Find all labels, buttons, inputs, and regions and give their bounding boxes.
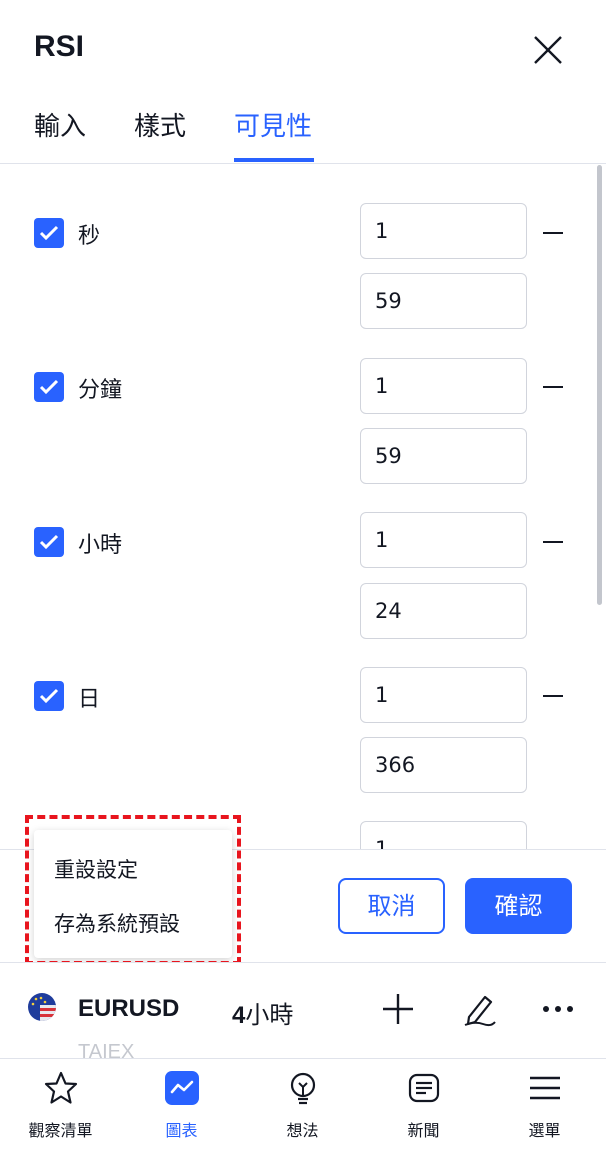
dialog-header: RSI xyxy=(0,0,606,100)
days-from-input[interactable]: 1 xyxy=(360,667,527,723)
interval-selector[interactable]: 4小時 xyxy=(232,995,293,1030)
bottom-navigation: 觀察清單 圖表 想法 新聞 選單 xyxy=(0,1058,606,1156)
nav-label: 想法 xyxy=(286,1121,319,1140)
save-as-default-item[interactable]: 存為系統預設 xyxy=(54,908,180,938)
symbol-toolbar: EURUSD 4小時 TAIEX xyxy=(0,962,606,1063)
minutes-label: 分鐘 xyxy=(78,378,123,403)
ok-button[interactable]: 確認 xyxy=(465,878,572,934)
chart-icon xyxy=(165,1071,199,1105)
nav-label: 觀察清單 xyxy=(28,1121,93,1140)
add-button[interactable] xyxy=(380,991,416,1027)
seconds-label: 秒 xyxy=(78,224,101,249)
dialog-title: RSI xyxy=(34,30,85,63)
tab-inputs[interactable]: 輸入 xyxy=(34,106,86,164)
check-icon xyxy=(39,534,59,550)
lightbulb-icon xyxy=(290,1072,316,1105)
reset-settings-item[interactable]: 重設設定 xyxy=(54,854,138,884)
star-icon xyxy=(44,1071,78,1104)
range-dash xyxy=(543,232,563,234)
range-dash xyxy=(543,541,563,543)
close-button[interactable] xyxy=(530,32,566,68)
visibility-panel[interactable]: 秒 1 59 分鐘 1 59 小時 1 24 日 1 366 1 xyxy=(0,165,606,849)
menu-icon xyxy=(530,1076,560,1100)
content-scrollbar[interactable] xyxy=(597,165,602,605)
weeks-from-input[interactable]: 1 xyxy=(360,821,527,849)
minutes-checkbox[interactable] xyxy=(34,372,64,402)
tab-bar: 輸入 樣式 可見性 xyxy=(0,100,606,164)
nav-label: 圖表 xyxy=(165,1121,198,1140)
check-icon xyxy=(39,688,59,704)
interval-unit: 小時 xyxy=(245,1001,294,1029)
range-dash xyxy=(543,386,563,388)
tab-style[interactable]: 樣式 xyxy=(134,106,186,164)
days-checkbox[interactable] xyxy=(34,681,64,711)
hours-checkbox[interactable] xyxy=(34,527,64,557)
tab-visibility[interactable]: 可見性 xyxy=(234,106,312,164)
pen-icon xyxy=(464,995,496,1027)
check-icon xyxy=(39,225,59,241)
hours-label: 小時 xyxy=(78,533,123,558)
nav-label: 選單 xyxy=(528,1121,561,1140)
check-icon xyxy=(39,379,59,395)
active-tab-indicator xyxy=(234,158,314,162)
nav-menu[interactable]: 選單 xyxy=(484,1059,605,1156)
close-icon xyxy=(534,36,562,64)
more-dots-icon xyxy=(543,1006,573,1012)
nav-label: 新聞 xyxy=(407,1121,440,1140)
defaults-menu: 重設設定 存為系統預設 xyxy=(34,830,232,958)
minutes-from-input[interactable]: 1 xyxy=(360,358,527,414)
seconds-to-input[interactable]: 59 xyxy=(360,273,527,329)
seconds-checkbox[interactable] xyxy=(34,218,64,248)
drawing-tools-button[interactable] xyxy=(461,991,497,1027)
seconds-from-input[interactable]: 1 xyxy=(360,203,527,259)
nav-ideas[interactable]: 想法 xyxy=(242,1059,363,1156)
nav-watchlist[interactable]: 觀察清單 xyxy=(0,1059,121,1156)
days-label: 日 xyxy=(78,687,101,712)
nav-chart[interactable]: 圖表 xyxy=(121,1059,242,1156)
news-icon xyxy=(408,1073,440,1103)
hours-to-input[interactable]: 24 xyxy=(360,583,527,639)
range-dash xyxy=(543,695,563,697)
cancel-button[interactable]: 取消 xyxy=(338,878,445,934)
interval-number: 4 xyxy=(232,1002,246,1029)
plus-icon xyxy=(383,994,413,1024)
more-button[interactable] xyxy=(540,991,576,1027)
currency-flag-icon xyxy=(28,993,56,1021)
symbol-name[interactable]: EURUSD xyxy=(78,995,179,1023)
hours-from-input[interactable]: 1 xyxy=(360,512,527,568)
nav-news[interactable]: 新聞 xyxy=(363,1059,484,1156)
days-to-input[interactable]: 366 xyxy=(360,737,527,793)
minutes-to-input[interactable]: 59 xyxy=(360,428,527,484)
